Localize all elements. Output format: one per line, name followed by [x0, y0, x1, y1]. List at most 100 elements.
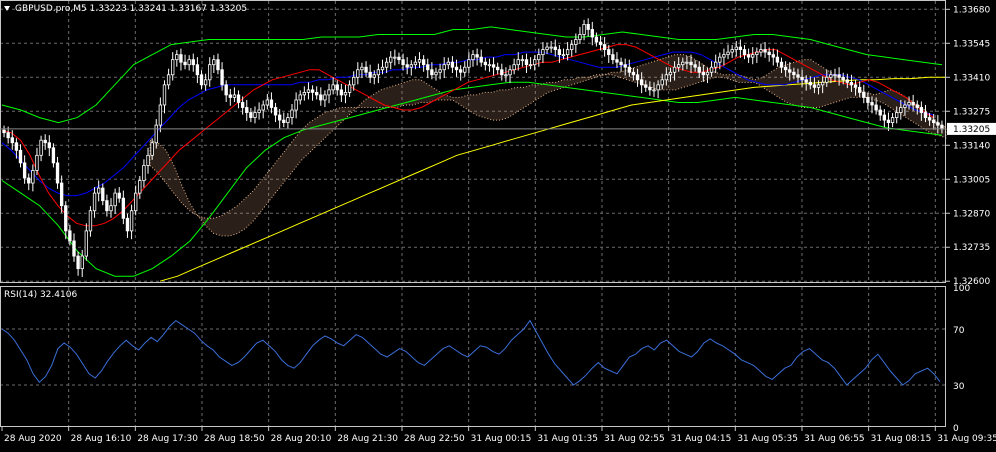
candle-body	[890, 117, 895, 124]
candle-body	[372, 74, 376, 78]
candle-body	[553, 46, 557, 50]
candle-body	[722, 54, 726, 58]
candle-body	[438, 69, 442, 73]
candle-body	[80, 255, 84, 270]
candle-body	[142, 165, 146, 181]
candle-body	[393, 56, 397, 59]
candle-body	[171, 59, 175, 76]
chart-canvas[interactable]: 1.33680 1.33545 1.33410 1.33275 1.33140 1.330…	[0, 0, 996, 448]
candle-body	[697, 66, 701, 73]
candle-body	[500, 69, 504, 76]
candle-body	[549, 46, 553, 49]
candle-body	[175, 54, 179, 61]
candle-body	[866, 97, 870, 103]
candle-body	[619, 61, 623, 66]
candle-body	[496, 66, 500, 71]
candle-body	[812, 84, 817, 88]
candle-body	[376, 69, 381, 76]
candle-body	[693, 64, 697, 68]
candle-body	[421, 59, 426, 66]
candle-body	[783, 66, 788, 71]
candle-body	[101, 187, 105, 202]
candle-body	[409, 64, 413, 68]
candle-body	[55, 162, 60, 184]
candle-body	[660, 79, 664, 86]
candle-body	[331, 84, 335, 91]
candle-body	[524, 59, 529, 66]
rsi-level-label: 30	[953, 382, 965, 392]
candle-body	[672, 66, 677, 73]
candle-body	[804, 79, 808, 83]
candle-body	[356, 69, 360, 78]
candle-body	[463, 66, 467, 73]
candle-body	[273, 107, 278, 116]
candle-body	[203, 79, 208, 86]
candle-body	[319, 94, 323, 101]
candle-body	[212, 59, 216, 66]
candle-body	[166, 74, 171, 86]
candle-body	[294, 99, 298, 111]
candle-body	[368, 71, 372, 78]
candle-body	[269, 99, 274, 108]
candle-body	[282, 119, 286, 124]
candle-body	[862, 91, 866, 98]
candle-body	[837, 74, 841, 78]
candle-body	[125, 217, 130, 232]
candle-body	[895, 112, 899, 118]
candle-body	[257, 109, 261, 113]
candle-body	[570, 44, 574, 50]
candle-body	[265, 99, 269, 106]
candle-body	[639, 79, 644, 86]
candle-body	[730, 49, 734, 53]
candle-body	[290, 109, 294, 118]
candle-body	[767, 51, 771, 56]
candle-body	[68, 230, 72, 242]
trading-chart-window[interactable]: 1.33680 1.33545 1.33410 1.33275 1.33140 1.330…	[0, 0, 996, 448]
candle-body	[685, 61, 689, 64]
candle-body	[800, 76, 804, 81]
candle-body	[545, 46, 549, 50]
candle-body	[932, 119, 936, 124]
candle-body	[22, 162, 27, 179]
candle-body	[911, 102, 915, 106]
candle-body	[829, 74, 833, 78]
candle-body	[2, 129, 6, 134]
candle-body	[940, 124, 944, 130]
price-tick-label: 1.32735	[953, 243, 990, 253]
candle-body	[853, 84, 858, 88]
candle-body	[607, 49, 611, 56]
candle-body	[31, 170, 35, 184]
candle-body	[88, 210, 93, 232]
candle-body	[709, 66, 714, 73]
candle-body	[763, 49, 767, 53]
candle-body	[936, 122, 940, 126]
time-tick-label: 28 Aug 22:50	[404, 434, 465, 444]
candle-body	[479, 56, 483, 63]
candle-body	[882, 114, 887, 121]
candle-body	[858, 86, 862, 93]
candle-body	[397, 56, 401, 61]
price-tick-label: 1.33005	[953, 175, 990, 185]
candle-body	[557, 49, 562, 56]
price-tick-label: 1.33680	[953, 5, 990, 15]
candle-body	[109, 205, 113, 212]
candle-body	[923, 112, 928, 118]
candle-body	[162, 84, 167, 106]
candle-body	[286, 117, 290, 124]
time-tick-label: 31 Aug 01:35	[537, 434, 598, 444]
candle-body	[339, 89, 344, 96]
rsi-level-label: 70	[953, 326, 965, 336]
candle-body	[64, 205, 68, 232]
candle-body	[158, 104, 163, 126]
candle-body	[755, 51, 759, 56]
candle-body	[323, 94, 327, 101]
candle-body	[228, 94, 232, 98]
candle-body	[51, 147, 56, 164]
candle-body	[919, 107, 924, 113]
candle-body	[240, 102, 245, 108]
time-tick-label: 28 Aug 17:30	[137, 434, 198, 444]
candle-body	[134, 192, 138, 212]
candle-body	[352, 76, 356, 86]
rsi-level-label: 100	[953, 284, 970, 294]
candle-body	[458, 69, 463, 73]
